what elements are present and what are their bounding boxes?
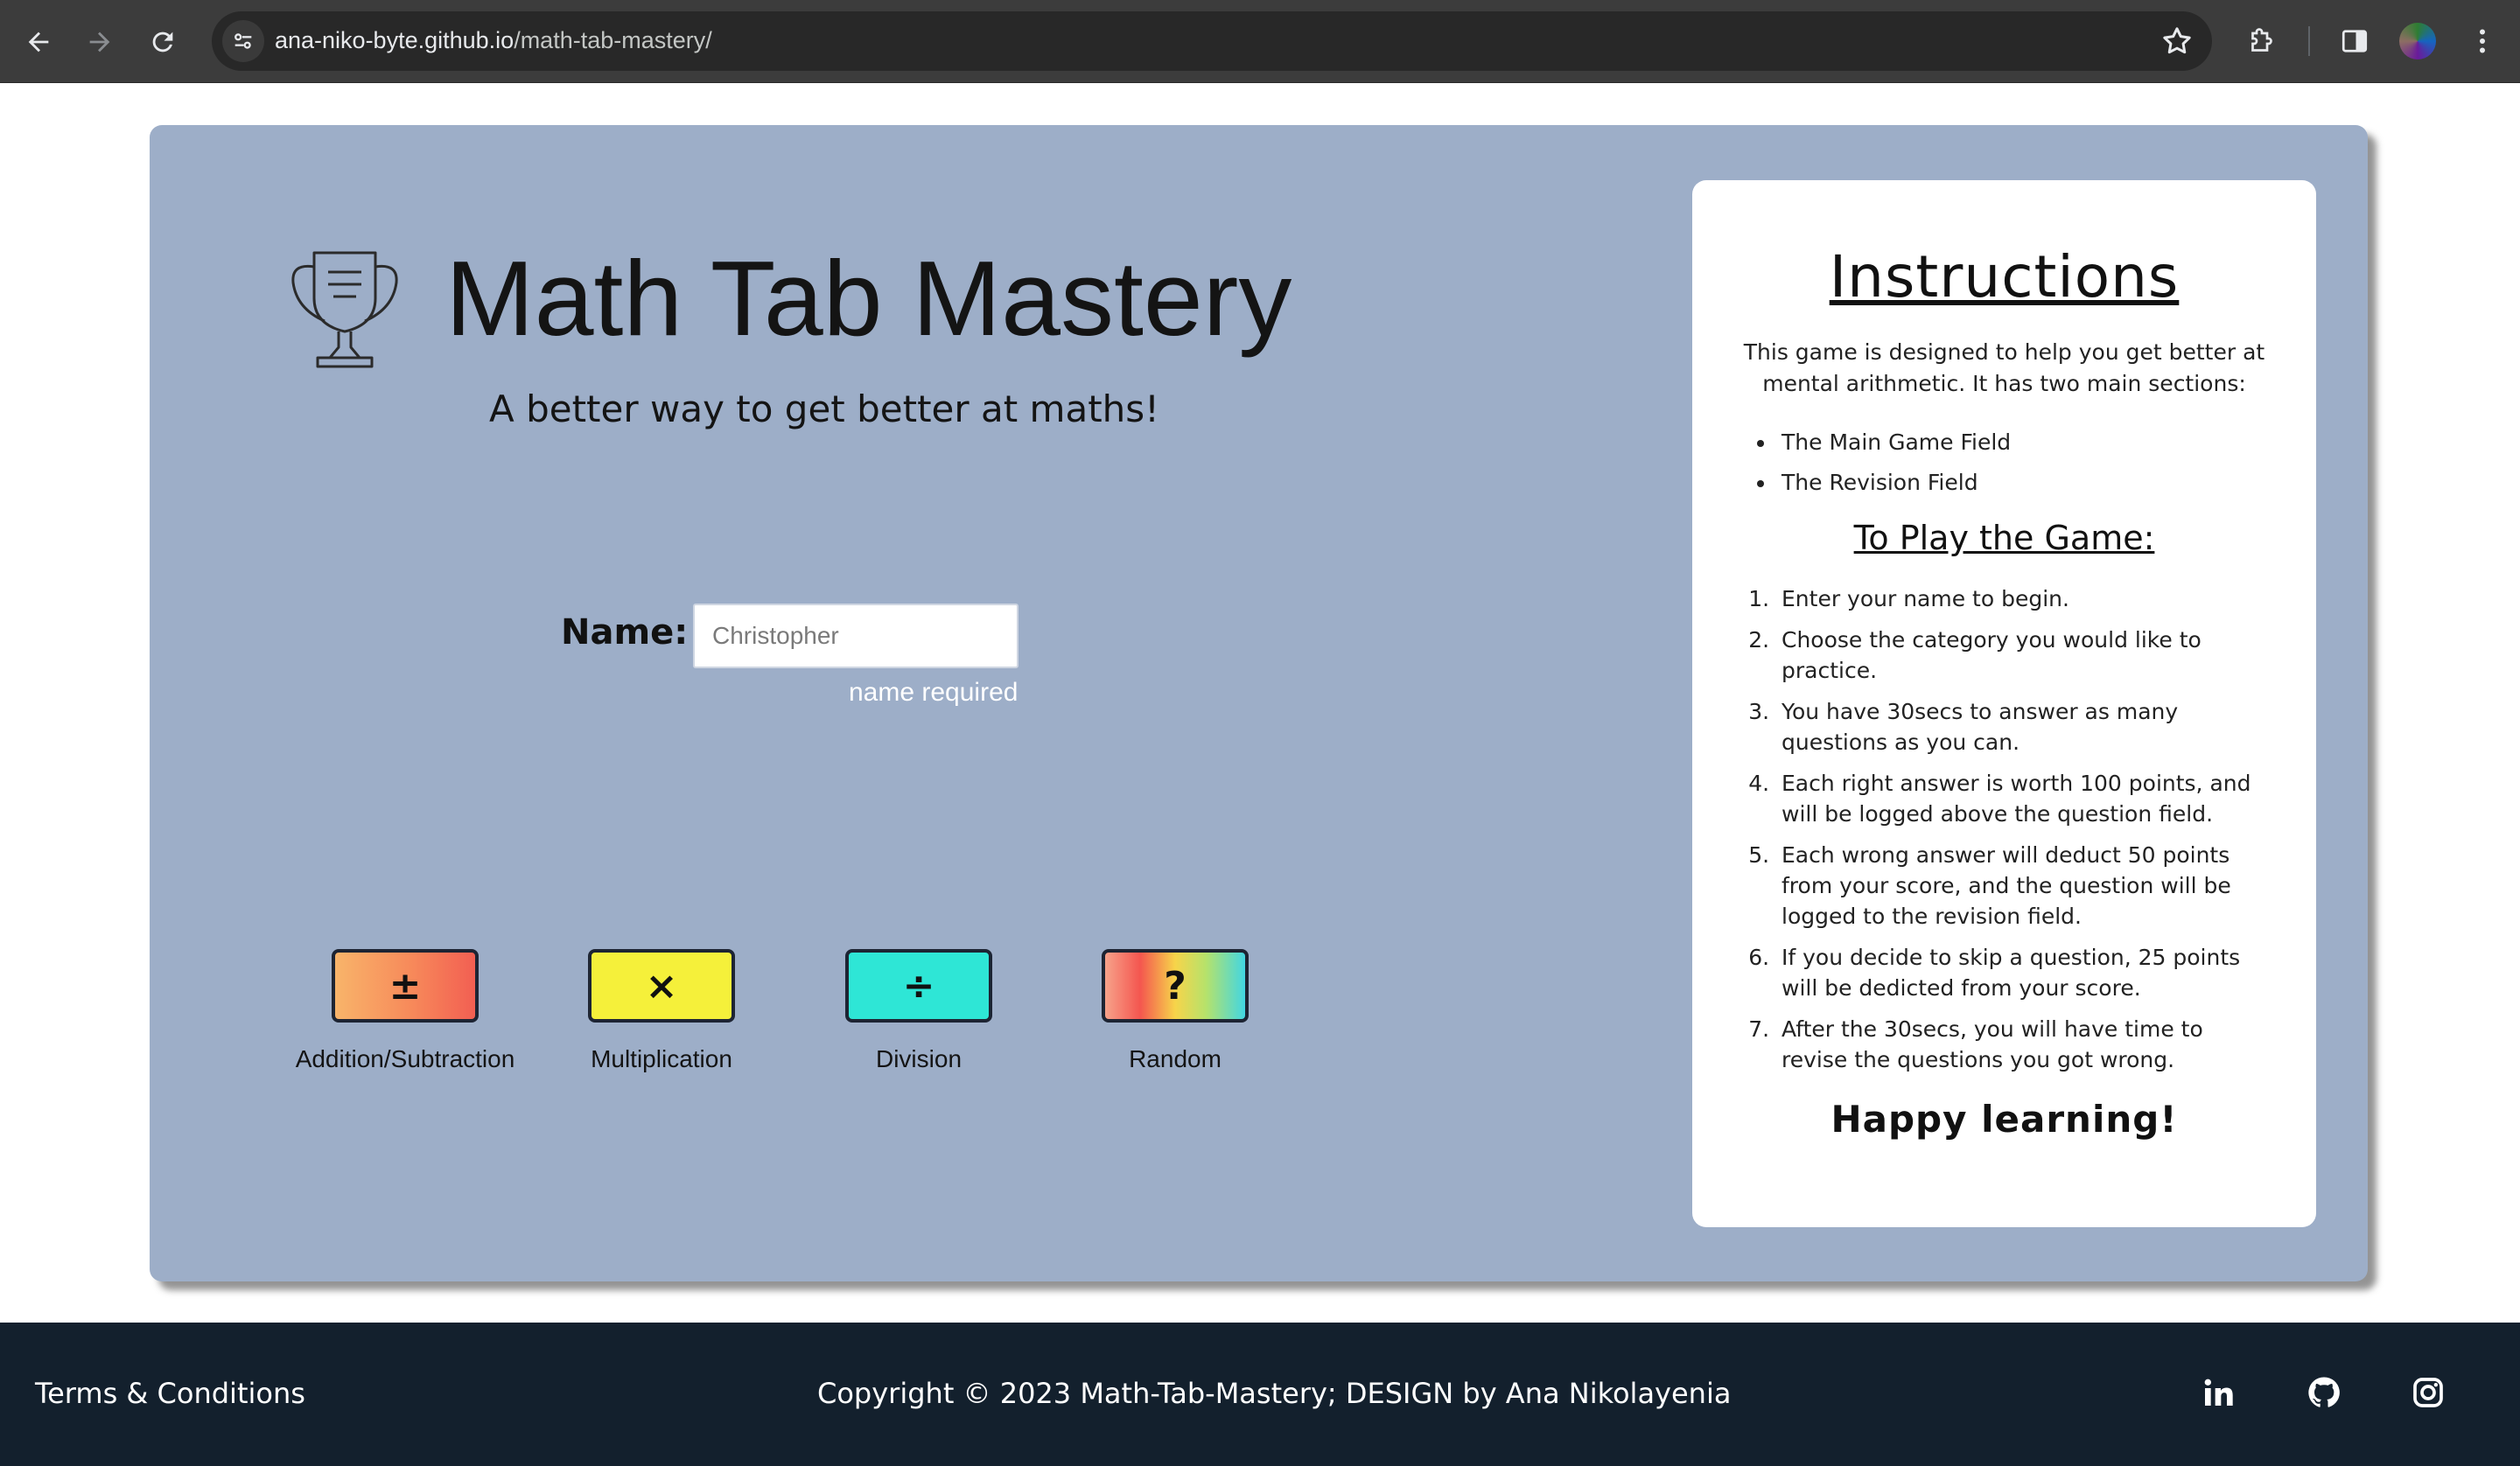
multiplication-button[interactable]: × [588, 949, 735, 1023]
kebab-menu-icon [2480, 29, 2485, 53]
division-button[interactable]: ÷ [845, 949, 992, 1023]
random-button[interactable]: ? [1102, 949, 1249, 1023]
main-card: Math Tab Mastery A better way to get bet… [150, 125, 2368, 1281]
linkedin-icon [2204, 1379, 2233, 1406]
list-item: The Main Game Field [1776, 422, 2265, 463]
terms-link[interactable]: Terms & Conditions [35, 1377, 305, 1410]
division-label: Division [875, 1045, 962, 1072]
instagram-icon [2413, 1378, 2443, 1407]
forward-button[interactable] [75, 17, 124, 66]
list-item: Enter your name to begin. [1776, 583, 2265, 614]
list-item: If you decide to skip a question, 25 poi… [1776, 942, 2265, 1003]
closing-message: Happy learning! [1830, 1098, 2178, 1141]
arrow-left-icon [28, 31, 49, 52]
trophy-icon [291, 251, 398, 368]
list-item: Choose the category you would like to pr… [1776, 625, 2265, 686]
url-path: /math-tab-mastery/ [514, 27, 712, 53]
linkedin-link[interactable] [2201, 1375, 2236, 1410]
instructions-title: Instructions [1829, 243, 2180, 311]
list-item: Each right answer is worth 100 points, a… [1776, 768, 2265, 829]
multiplication-label: Multiplication [591, 1045, 732, 1072]
tune-icon [234, 33, 252, 49]
back-button[interactable] [14, 17, 63, 66]
profile-avatar[interactable] [2399, 23, 2436, 59]
side-panel-button[interactable] [2334, 21, 2375, 61]
sections-list: The Main Game Field The Revision Field [1743, 422, 2265, 503]
addition-subtraction-label: Addition/Subtraction [295, 1045, 515, 1072]
list-item: After the 30secs, you will have time to … [1776, 1014, 2265, 1075]
browser-menu-button[interactable] [2462, 21, 2502, 61]
category-random: ? Random [1057, 949, 1293, 1073]
how-to-play-title: To Play the Game: [1853, 519, 2155, 557]
github-icon [2308, 1377, 2340, 1407]
browser-toolbar: ana-niko-byte.github.io/math-tab-mastery… [0, 0, 2520, 83]
app-title: Math Tab Mastery [445, 239, 1292, 358]
instagram-link[interactable] [2411, 1375, 2446, 1410]
url-host: ana-niko-byte.github.io [275, 27, 514, 53]
instructions-panel: Instructions This game is designed to he… [1692, 180, 2316, 1227]
site-info-button[interactable] [222, 20, 264, 62]
arrow-right-icon [89, 31, 110, 52]
toolbar-divider [2308, 26, 2310, 56]
addition-subtraction-button[interactable]: ± [332, 949, 479, 1023]
random-label: Random [1129, 1045, 1222, 1072]
list-item: The Revision Field [1776, 463, 2265, 503]
list-item: Each wrong answer will deduct 50 points … [1776, 840, 2265, 932]
name-required-message: name required [849, 678, 1018, 707]
copyright-text: Copyright © 2023 Math-Tab-Mastery; DESIG… [817, 1377, 1732, 1410]
puzzle-icon [2251, 28, 2272, 52]
reload-button[interactable] [138, 17, 187, 66]
side-panel-icon [2342, 30, 2368, 52]
extensions-button[interactable] [2242, 21, 2282, 61]
category-addition-subtraction: ± Addition/Subtraction [287, 949, 523, 1073]
name-label: Name: [561, 612, 689, 653]
category-multiplication: × Multiplication [543, 949, 780, 1073]
site-footer: Terms & Conditions Copyright © 2023 Math… [0, 1323, 2520, 1466]
list-item: You have 30secs to answer as many questi… [1776, 696, 2265, 757]
reload-icon [152, 31, 173, 52]
steps-list: Enter your name to begin. Choose the cat… [1743, 583, 2265, 1075]
address-bar[interactable]: ana-niko-byte.github.io/math-tab-mastery… [212, 11, 2212, 71]
github-link[interactable] [2306, 1375, 2342, 1410]
star-icon[interactable] [2160, 24, 2194, 59]
category-division: ÷ Division [801, 949, 1037, 1073]
tagline: A better way to get better at maths! [489, 387, 1160, 430]
name-input[interactable] [693, 604, 1018, 668]
instructions-intro: This game is designed to help you get be… [1743, 339, 2265, 396]
url-text[interactable]: ana-niko-byte.github.io/math-tab-mastery… [275, 27, 712, 54]
